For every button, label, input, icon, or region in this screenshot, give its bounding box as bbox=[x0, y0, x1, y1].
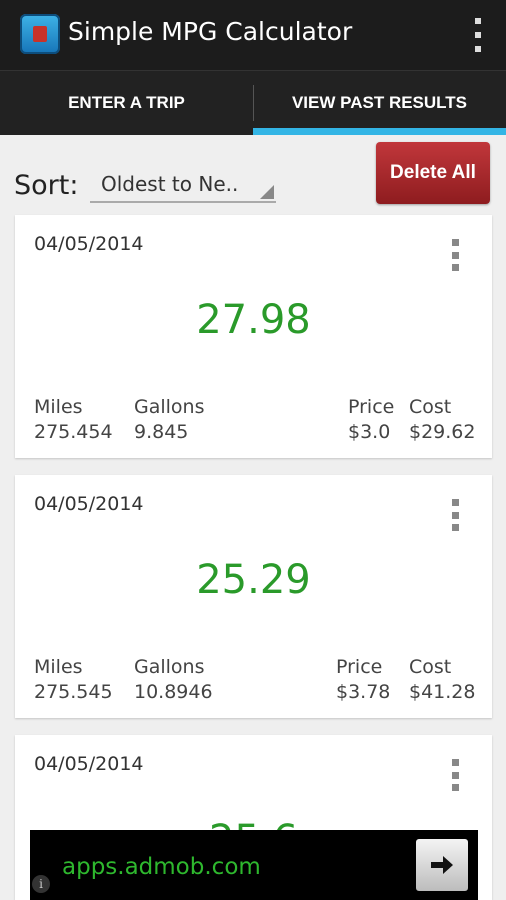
ad-banner[interactable]: apps.admob.com bbox=[30, 830, 478, 900]
gallons-value: 9.845 bbox=[134, 421, 189, 443]
tab-bar: ENTER A TRIP VIEW PAST RESULTS bbox=[0, 71, 506, 135]
tab-label: VIEW PAST RESULTS bbox=[291, 93, 468, 112]
cost-value: $29.62 bbox=[409, 421, 476, 443]
action-bar: Simple MPG Calculator bbox=[0, 0, 506, 71]
cost-value: $41.28 bbox=[409, 681, 476, 703]
miles-label: Miles bbox=[34, 396, 83, 418]
miles-stat: Miles 275.454 bbox=[34, 395, 113, 445]
tab-label: ENTER A TRIP bbox=[68, 93, 185, 112]
result-card[interactable]: 04/05/2014 25.29 Miles 275.545 Gallons 1… bbox=[15, 475, 492, 718]
card-overflow-menu-icon[interactable] bbox=[450, 499, 460, 531]
dropdown-caret-icon bbox=[260, 185, 274, 199]
cost-stat: Cost $41.28 bbox=[409, 655, 475, 705]
card-mpg-value: 27.98 bbox=[196, 297, 311, 343]
cost-stat: Cost $29.62 bbox=[409, 395, 475, 445]
card-date: 04/05/2014 bbox=[34, 233, 144, 255]
miles-label: Miles bbox=[34, 656, 83, 678]
delete-all-button[interactable]: Delete All bbox=[376, 142, 490, 204]
sort-label: Sort: bbox=[14, 170, 79, 201]
price-value: $3.0 bbox=[348, 421, 391, 443]
tab-divider bbox=[253, 85, 254, 121]
result-card[interactable]: 04/05/2014 27.98 Miles 275.454 Gallons 9… bbox=[15, 215, 492, 458]
price-value: $3.78 bbox=[336, 681, 391, 703]
sort-selected-value: Oldest to Ne.. bbox=[101, 172, 239, 196]
card-overflow-menu-icon[interactable] bbox=[450, 759, 460, 791]
price-stat: Price $3.0 bbox=[348, 395, 394, 445]
gallons-value: 10.8946 bbox=[134, 681, 213, 703]
card-date: 04/05/2014 bbox=[34, 753, 144, 775]
price-stat: Price $3.78 bbox=[336, 655, 390, 705]
cost-label: Cost bbox=[409, 656, 452, 678]
gallons-label: Gallons bbox=[134, 656, 205, 678]
app-title: Simple MPG Calculator bbox=[68, 17, 353, 46]
sort-dropdown[interactable]: Oldest to Ne.. bbox=[90, 167, 276, 203]
overflow-menu-icon[interactable] bbox=[468, 18, 488, 52]
card-overflow-menu-icon[interactable] bbox=[450, 239, 460, 271]
tab-enter-trip[interactable]: ENTER A TRIP bbox=[0, 71, 253, 135]
gallons-stat: Gallons 10.8946 bbox=[134, 655, 213, 705]
card-mpg-value: 25.29 bbox=[196, 557, 311, 603]
card-date: 04/05/2014 bbox=[34, 493, 144, 515]
miles-stat: Miles 275.545 bbox=[34, 655, 113, 705]
right-arrow-icon[interactable] bbox=[416, 839, 468, 891]
gallons-stat: Gallons 9.845 bbox=[134, 395, 205, 445]
gallons-label: Gallons bbox=[134, 396, 205, 418]
cost-label: Cost bbox=[409, 396, 452, 418]
ad-text: apps.admob.com bbox=[62, 854, 261, 880]
tab-view-past-results[interactable]: VIEW PAST RESULTS bbox=[253, 71, 506, 135]
info-icon[interactable]: i bbox=[32, 875, 50, 893]
miles-value: 275.454 bbox=[34, 421, 113, 443]
price-label: Price bbox=[336, 656, 383, 678]
app-logo-icon bbox=[20, 14, 60, 54]
miles-value: 275.545 bbox=[34, 681, 113, 703]
price-label: Price bbox=[348, 396, 395, 418]
